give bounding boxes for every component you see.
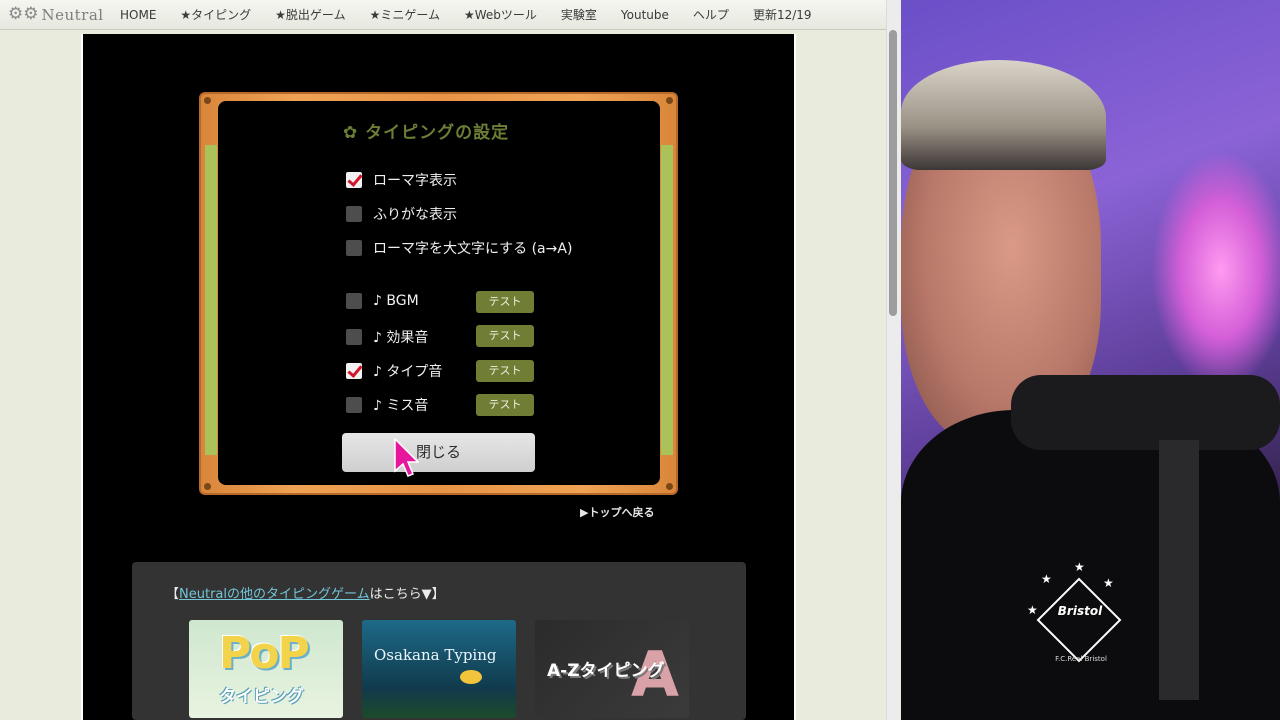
nav-item-lab[interactable]: 実験室	[561, 6, 597, 23]
nav-item-youtube[interactable]: Youtube	[621, 8, 669, 22]
pointer-arrow-icon	[394, 437, 419, 477]
frame-green-bar-right	[661, 145, 673, 455]
gear-icon: ⚙⚙	[8, 4, 39, 24]
option-furigana-display[interactable]: ふりがな表示	[346, 204, 457, 224]
frame-bead	[204, 483, 211, 490]
nav-item-escape-games[interactable]: ★脱出ゲーム	[275, 6, 345, 23]
option-uppercase-romaji[interactable]: ローマ字を大文字にする (a→A)	[346, 238, 572, 258]
option-type-sound[interactable]: ♪ タイプ音	[346, 361, 442, 381]
star-icon: ★	[1041, 572, 1052, 586]
option-miss-sound[interactable]: ♪ ミス音	[346, 395, 428, 415]
frame-bead	[666, 483, 673, 490]
other-games-heading: 【Neutralの他のタイピングゲームはこちら▼】	[166, 587, 445, 602]
shirt-logo-text: Bristol	[1057, 604, 1103, 618]
game-thumb-osakana-typing[interactable]: Osakana Typing	[362, 620, 516, 718]
nav-menu: HOME ★タイピング ★脱出ゲーム ★ミニゲーム ★Webツール 実験室 Yo…	[120, 6, 836, 23]
close-button[interactable]: 閉じる	[342, 433, 535, 472]
checkbox-unchecked[interactable]	[346, 206, 362, 222]
nav-item-help[interactable]: ヘルプ	[693, 6, 729, 23]
checkbox-checked[interactable]	[346, 363, 362, 379]
light-glow	[1151, 150, 1280, 390]
nav-item-mini-games[interactable]: ★ミニゲーム	[370, 6, 440, 23]
shirt-logo-subtext: F.C.Real Bristol	[1055, 655, 1107, 663]
option-bgm[interactable]: ♪ BGM	[346, 293, 419, 309]
back-to-top-link[interactable]: ▶トップへ戻る	[580, 504, 654, 520]
option-romaji-display[interactable]: ローマ字表示	[346, 170, 457, 190]
settings-panel	[218, 101, 660, 485]
sound-effects-test-button[interactable]: テスト	[476, 325, 534, 347]
top-nav-bar: ⚙⚙ Neutral HOME ★タイピング ★脱出ゲーム ★ミニゲーム ★We…	[0, 0, 886, 30]
checkbox-checked[interactable]	[346, 172, 362, 188]
game-thumb-pop-typing[interactable]: PoP タイピング	[189, 620, 343, 718]
checkbox-unchecked[interactable]	[346, 397, 362, 413]
webcam-overlay: ★ ★ ★ ★ Bristol F.C.Real Bristol	[901, 0, 1280, 720]
star-icon: ★	[1027, 603, 1038, 617]
nav-item-web-tools[interactable]: ★Webツール	[464, 6, 537, 23]
checkbox-unchecked[interactable]	[346, 293, 362, 309]
flower-gear-icon: ✿	[343, 123, 359, 143]
miss-sound-test-button[interactable]: テスト	[476, 394, 534, 416]
nav-item-typing[interactable]: ★タイピング	[180, 6, 251, 23]
mic-stand	[1159, 440, 1199, 700]
microphone	[1011, 375, 1280, 450]
nav-item-home[interactable]: HOME	[120, 8, 156, 22]
presenter-shirt	[901, 410, 1280, 720]
logo-text: Neutral	[41, 5, 104, 24]
settings-title: ✿ タイピングの設定	[343, 123, 510, 143]
frame-bead	[204, 97, 211, 104]
site-logo[interactable]: ⚙⚙ Neutral	[0, 6, 120, 24]
game-thumb-az-typing[interactable]: A A-Zタイピング	[535, 620, 689, 718]
checkbox-unchecked[interactable]	[346, 240, 362, 256]
nav-item-updated[interactable]: 更新12/19	[753, 6, 812, 23]
checkbox-unchecked[interactable]	[346, 329, 362, 345]
star-icon: ★	[1103, 576, 1114, 590]
other-games-link[interactable]: Neutralの他のタイピングゲーム	[179, 587, 370, 602]
frame-bead	[666, 97, 673, 104]
frame-green-bar-left	[205, 145, 217, 455]
bgm-test-button[interactable]: テスト	[476, 291, 534, 313]
type-sound-test-button[interactable]: テスト	[476, 360, 534, 382]
option-sound-effects[interactable]: ♪ 効果音	[346, 327, 428, 347]
star-icon: ★	[1074, 560, 1085, 574]
scrollbar-thumb[interactable]	[889, 30, 897, 316]
presenter-hair	[901, 60, 1106, 170]
fish-icon	[460, 670, 482, 684]
